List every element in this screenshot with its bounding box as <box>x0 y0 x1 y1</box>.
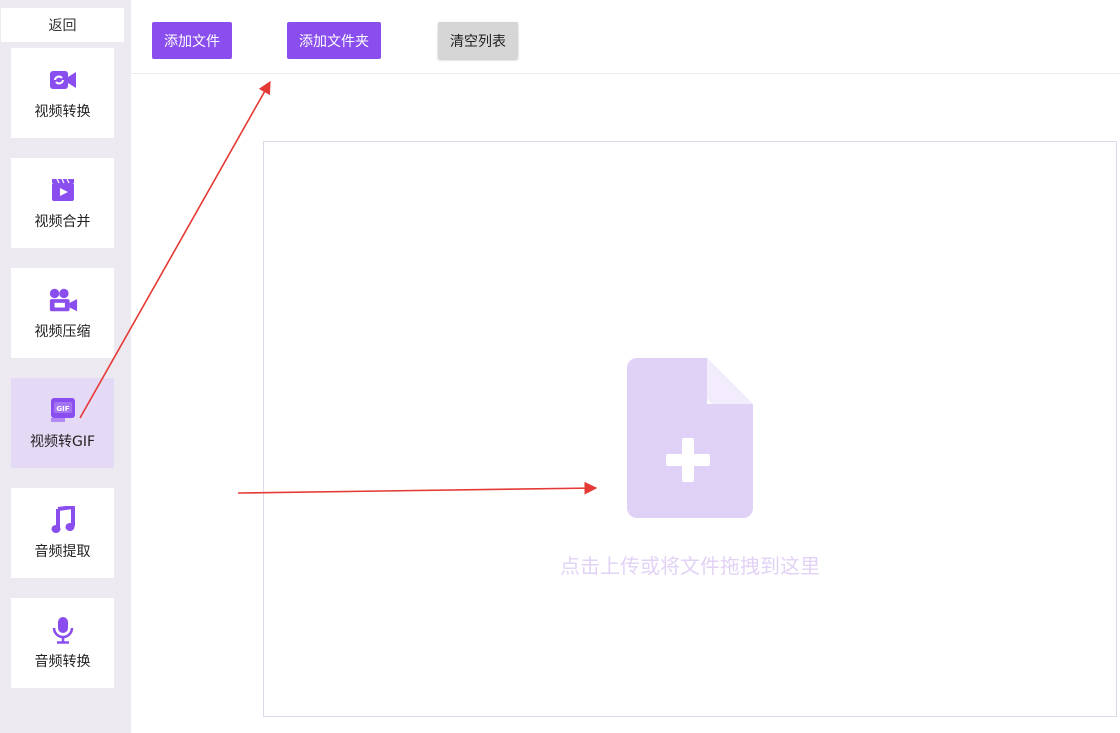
clear-list-button[interactable]: 清空列表 <box>438 22 518 59</box>
sidebar-item-label: 视频转换 <box>34 104 91 120</box>
sidebar-item-label: 音频提取 <box>34 544 91 560</box>
file-plus-icon <box>627 358 753 518</box>
main-panel: 添加文件 添加文件夹 清空列表 点击上传或将文件拖拽到这里 <box>131 0 1120 733</box>
sidebar-item-label: 视频合并 <box>34 214 91 230</box>
add-file-button[interactable]: 添加文件 <box>152 22 232 59</box>
video-convert-icon <box>48 65 78 95</box>
drop-zone-hint: 点击上传或将文件拖拽到这里 <box>560 554 820 578</box>
sidebar-item-audio-convert[interactable]: 音频转换 <box>11 598 114 688</box>
sidebar-item-label: 视频压缩 <box>34 324 91 340</box>
microphone-icon <box>48 615 78 645</box>
sidebar-item-video-to-gif[interactable]: GIF 视频转GIF <box>11 378 114 468</box>
back-button[interactable]: 返回 <box>1 8 124 42</box>
sidebar: 返回 视频转换 视频合并 视频压缩 GIF 视频转GIF 音频提取 音频转换 <box>0 0 131 733</box>
video-merge-icon <box>48 175 78 205</box>
sidebar-item-video-compress[interactable]: 视频压缩 <box>11 268 114 358</box>
toolbar: 添加文件 添加文件夹 清空列表 <box>131 0 1120 74</box>
sidebar-item-label: 音频转换 <box>34 654 91 670</box>
sidebar-item-audio-extract[interactable]: 音频提取 <box>11 488 114 578</box>
video-compress-icon <box>48 285 78 315</box>
sidebar-item-label: 视频转GIF <box>29 434 96 450</box>
sidebar-item-video-convert[interactable]: 视频转换 <box>11 48 114 138</box>
add-folder-button[interactable]: 添加文件夹 <box>287 22 381 59</box>
sidebar-item-video-merge[interactable]: 视频合并 <box>11 158 114 248</box>
svg-text:GIF: GIF <box>56 405 69 413</box>
file-drop-zone[interactable]: 点击上传或将文件拖拽到这里 <box>263 141 1117 717</box>
gif-icon: GIF <box>48 395 78 425</box>
music-note-icon <box>48 505 78 535</box>
